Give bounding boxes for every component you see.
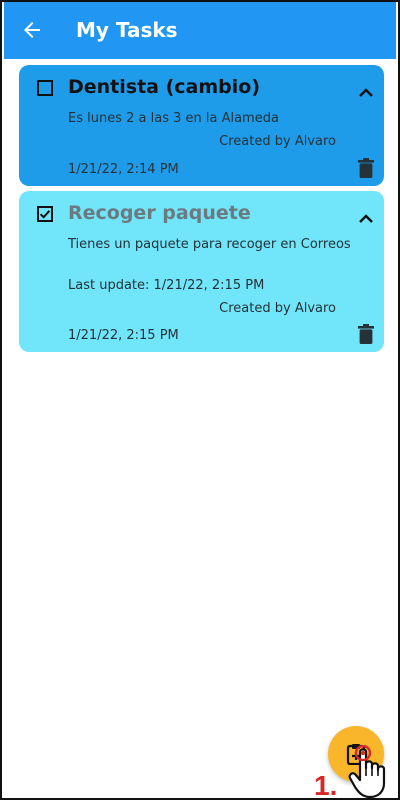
collapse-button[interactable] bbox=[358, 209, 374, 223]
task-description: Es lunes 2 a las 3 en la Alameda bbox=[68, 111, 279, 126]
task-description: Tienes un paquete para recoger en Correo… bbox=[68, 237, 351, 252]
arrow-left-icon bbox=[24, 22, 40, 38]
task-checkbox[interactable] bbox=[37, 206, 53, 222]
trash-icon bbox=[358, 158, 374, 178]
task-last-update: Last update: 1/21/22, 2:15 PM bbox=[68, 278, 265, 293]
chevron-up-icon bbox=[359, 88, 373, 97]
task-timestamp: 1/21/22, 2:14 PM bbox=[68, 162, 179, 177]
task-checkbox[interactable] bbox=[37, 80, 53, 96]
task-title: Dentista (cambio) bbox=[68, 76, 261, 98]
chevron-up-icon bbox=[359, 214, 373, 223]
task-created-by: Created by Alvaro bbox=[219, 301, 336, 316]
back-button[interactable] bbox=[20, 18, 44, 42]
delete-button[interactable] bbox=[358, 158, 374, 178]
task-card[interactable]: Dentista (cambio) Es lunes 2 a las 3 en … bbox=[19, 65, 384, 186]
task-timestamp: 1/21/22, 2:15 PM bbox=[68, 328, 179, 343]
task-title: Recoger paquete bbox=[68, 202, 251, 224]
app-bar: My Tasks bbox=[4, 2, 396, 59]
checkbox-checked-icon bbox=[37, 206, 53, 222]
hand-pointer-icon bbox=[347, 744, 393, 798]
task-card[interactable]: Recoger paquete Tienes un paquete para r… bbox=[19, 191, 384, 352]
trash-icon bbox=[358, 324, 374, 344]
page-title: My Tasks bbox=[76, 18, 178, 42]
checkbox-unchecked-icon bbox=[37, 80, 53, 96]
step-annotation-label: 1. bbox=[314, 770, 338, 800]
collapse-button[interactable] bbox=[358, 83, 374, 97]
task-created-by: Created by Alvaro bbox=[219, 134, 336, 149]
delete-button[interactable] bbox=[358, 324, 374, 344]
app-screen: My Tasks Dentista (cambio) Es lunes 2 a … bbox=[0, 0, 400, 800]
